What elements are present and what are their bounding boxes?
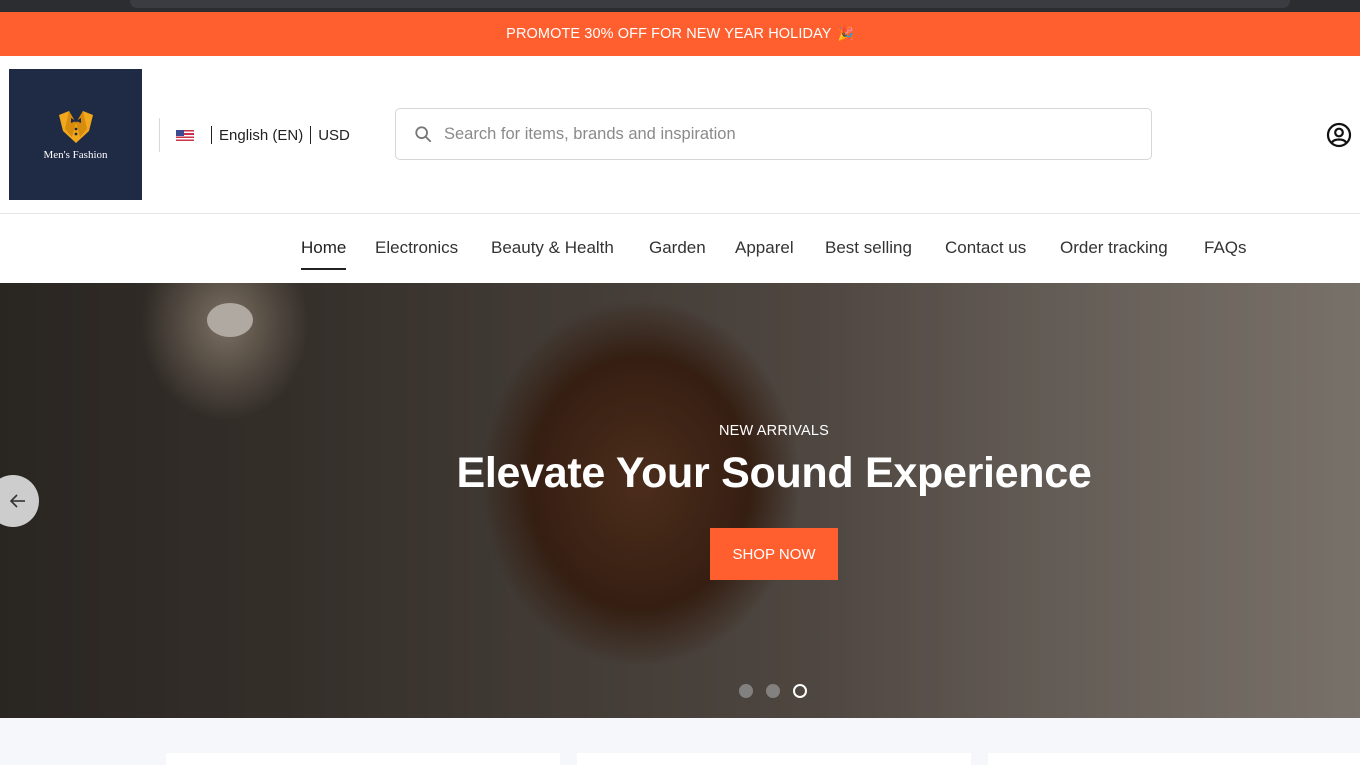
feature-card: [577, 753, 971, 765]
browser-chrome-strip: [0, 0, 1360, 12]
hero-content: NEW ARRIVALS Elevate Your Sound Experien…: [0, 283, 1360, 718]
nav-item-contact-us[interactable]: Contact us: [945, 238, 1026, 268]
locale-selector[interactable]: English (EN) USD: [176, 125, 350, 145]
site-header: Men's Fashion English (EN) USD: [0, 56, 1360, 214]
locale-separator: [310, 126, 312, 144]
main-nav: Home Electronics Beauty & Health Garden …: [0, 214, 1360, 283]
brand-logo[interactable]: Men's Fashion: [9, 69, 142, 200]
search-box[interactable]: [395, 108, 1152, 160]
feature-card: [166, 753, 560, 765]
nav-item-electronics[interactable]: Electronics: [375, 238, 458, 268]
nav-item-beauty-health[interactable]: Beauty & Health: [491, 238, 614, 268]
shop-now-button[interactable]: SHOP NOW: [710, 528, 838, 580]
nav-item-best-selling[interactable]: Best selling: [825, 238, 912, 268]
arrow-left-icon: [9, 494, 25, 508]
feature-card: [988, 753, 1360, 765]
us-flag-icon: [176, 129, 194, 141]
nav-item-order-tracking[interactable]: Order tracking: [1060, 238, 1168, 268]
brand-logo-text: Men's Fashion: [43, 148, 108, 161]
user-circle-icon[interactable]: [1326, 122, 1352, 148]
below-fold-section: [0, 718, 1360, 765]
hero-eyebrow: NEW ARRIVALS: [718, 423, 830, 439]
header-divider: [159, 118, 160, 152]
slider-dot-1[interactable]: [739, 684, 753, 698]
promo-text: PROMOTE 30% OFF FOR NEW YEAR HOLIDAY: [506, 26, 832, 42]
nav-item-faqs[interactable]: FAQs: [1204, 238, 1247, 268]
slider-dots: [739, 684, 807, 698]
hero-slider: NEW ARRIVALS Elevate Your Sound Experien…: [0, 283, 1360, 718]
search-icon: [415, 126, 432, 143]
suit-logo-icon: [58, 110, 93, 143]
currency-label[interactable]: USD: [318, 127, 350, 144]
locale-separator: [211, 126, 212, 144]
slider-dot-3[interactable]: [793, 684, 807, 698]
browser-address-bar[interactable]: [130, 0, 1290, 8]
slider-dot-2[interactable]: [766, 684, 780, 698]
hero-headline: Elevate Your Sound Experience: [456, 449, 1092, 497]
nav-item-garden[interactable]: Garden: [649, 238, 706, 268]
search-input[interactable]: [444, 124, 1124, 144]
promo-banner: PROMOTE 30% OFF FOR NEW YEAR HOLIDAY 🎉: [0, 12, 1360, 56]
nav-item-apparel[interactable]: Apparel: [735, 238, 794, 268]
language-label[interactable]: English (EN): [219, 127, 303, 144]
nav-item-home[interactable]: Home: [301, 238, 347, 270]
party-popper-icon: 🎉: [837, 26, 854, 41]
